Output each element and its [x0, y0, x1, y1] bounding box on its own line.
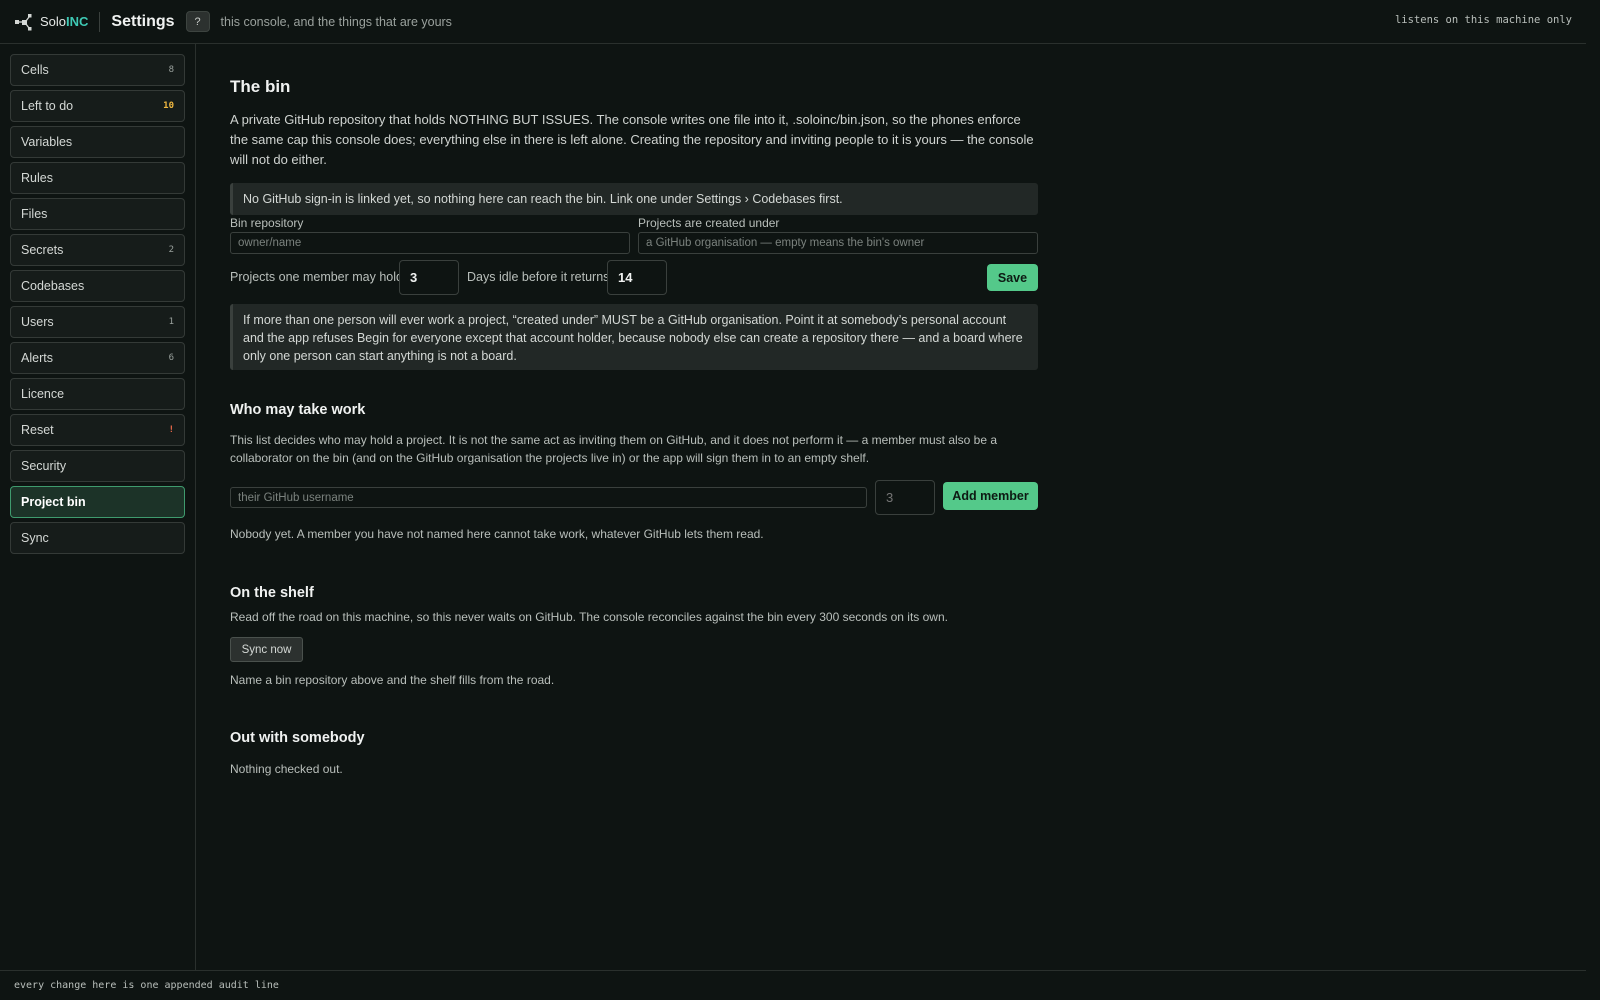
sidebar-item-label: Secrets	[21, 243, 64, 257]
sidebar-item-label: Sync	[21, 531, 49, 545]
sidebar-item-users[interactable]: Users 1	[10, 306, 185, 338]
audit-footer: every change here is one appended audit …	[0, 970, 1586, 1000]
members-description: This list decides who may hold a project…	[230, 433, 998, 465]
sidebar-item-cells[interactable]: Cells 8	[10, 54, 185, 86]
sync-now-button[interactable]: Sync now	[230, 637, 303, 662]
bin-repository-group: Bin repository	[230, 216, 630, 254]
brand-name: SoloINC	[40, 14, 89, 29]
count-badge: 1	[168, 317, 174, 327]
sidebar-item-rules[interactable]: Rules	[10, 162, 185, 194]
shelf-heading: On the shelf	[230, 585, 314, 601]
sidebar-item-label: Reset	[21, 423, 54, 437]
sidebar-item-label: Project bin	[21, 495, 86, 509]
sidebar-item-codebases[interactable]: Codebases	[10, 270, 185, 302]
hold-cap-input[interactable]	[399, 260, 459, 295]
bin-repository-label: Bin repository	[230, 216, 304, 230]
page-subtitle: this console, and the things that are yo…	[220, 14, 452, 29]
sidebar-item-label: Left to do	[21, 99, 74, 113]
shelf-empty-text: Name a bin repository above and the shel…	[230, 673, 555, 687]
member-cap-input[interactable]	[875, 480, 935, 515]
sidebar-item-label: Cells	[21, 63, 49, 77]
sidebar-item-sync[interactable]: Sync	[10, 522, 185, 554]
sidebar-item-label: Files	[21, 207, 48, 221]
sidebar-item-alerts[interactable]: Alerts 6	[10, 342, 185, 374]
idle-days-input[interactable]	[607, 260, 667, 295]
header-divider	[99, 11, 101, 32]
sidebar-item-label: Licence	[21, 387, 65, 401]
count-badge: 2	[168, 245, 174, 255]
sidebar-item-label: Users	[21, 315, 54, 329]
organisation-warning: If more than one person will ever work a…	[230, 304, 1038, 370]
members-empty-text: Nobody yet. A member you have not named …	[230, 527, 764, 541]
sidebar-item-project-bin[interactable]: Project bin	[10, 486, 185, 518]
out-empty-text: Nothing checked out.	[230, 762, 343, 776]
audit-note: every change here is one appended audit …	[14, 980, 279, 991]
sidebar-item-files[interactable]: Files	[10, 198, 185, 230]
alert-badge: !	[168, 425, 174, 435]
bin-description: A private GitHub repository that holds N…	[230, 112, 1034, 167]
shelf-description: Read off the road on this machine, so th…	[230, 610, 948, 624]
network-logo-icon	[15, 13, 32, 30]
bin-heading: The bin	[230, 77, 291, 96]
hold-cap-label: Projects one member may hold	[230, 270, 403, 284]
sidebar-item-label: Security	[21, 459, 67, 473]
count-badge: 8	[168, 65, 174, 75]
sidebar-item-licence[interactable]: Licence	[10, 378, 185, 410]
out-heading: Out with somebody	[230, 730, 365, 746]
settings-sidebar: Cells 8 Left to do 10 Variables Rules File…	[0, 44, 196, 970]
created-under-label: Projects are created under	[638, 216, 780, 230]
save-button[interactable]: Save	[987, 264, 1038, 291]
github-username-input[interactable]	[230, 487, 867, 508]
sidebar-item-variables[interactable]: Variables	[10, 126, 185, 158]
bin-repository-input[interactable]	[230, 232, 630, 254]
sidebar-item-security[interactable]: Security	[10, 450, 185, 482]
idle-days-label: Days idle before it returns	[467, 270, 610, 284]
top-bar: SoloINC Settings ? this console, and the…	[0, 0, 1586, 44]
app-logo[interactable]: SoloINC	[14, 12, 88, 32]
sidebar-item-reset[interactable]: Reset!	[10, 414, 185, 446]
sidebar-item-label: Alerts	[21, 351, 53, 365]
help-button[interactable]: ?	[185, 11, 210, 32]
github-link-notice: No GitHub sign-in is linked yet, so noth…	[230, 183, 1038, 215]
add-member-button[interactable]: Add member	[943, 482, 1038, 510]
created-under-input[interactable]	[638, 232, 1038, 254]
count-badge: 6	[168, 353, 174, 363]
sidebar-item-secrets[interactable]: Secrets 2	[10, 234, 185, 266]
sidebar-item-label: Variables	[21, 135, 73, 149]
sidebar-item-label: Rules	[21, 171, 53, 185]
members-heading: Who may take work	[230, 402, 366, 418]
host-note: listens on this machine only	[1394, 14, 1572, 26]
count-badge: 10	[163, 101, 174, 111]
sidebar-item-left-to-do[interactable]: Left to do 10	[10, 90, 185, 122]
created-under-group: Projects are created under	[638, 216, 1038, 254]
sidebar-item-label: Codebases	[21, 279, 85, 293]
page-title: Settings	[111, 12, 175, 30]
